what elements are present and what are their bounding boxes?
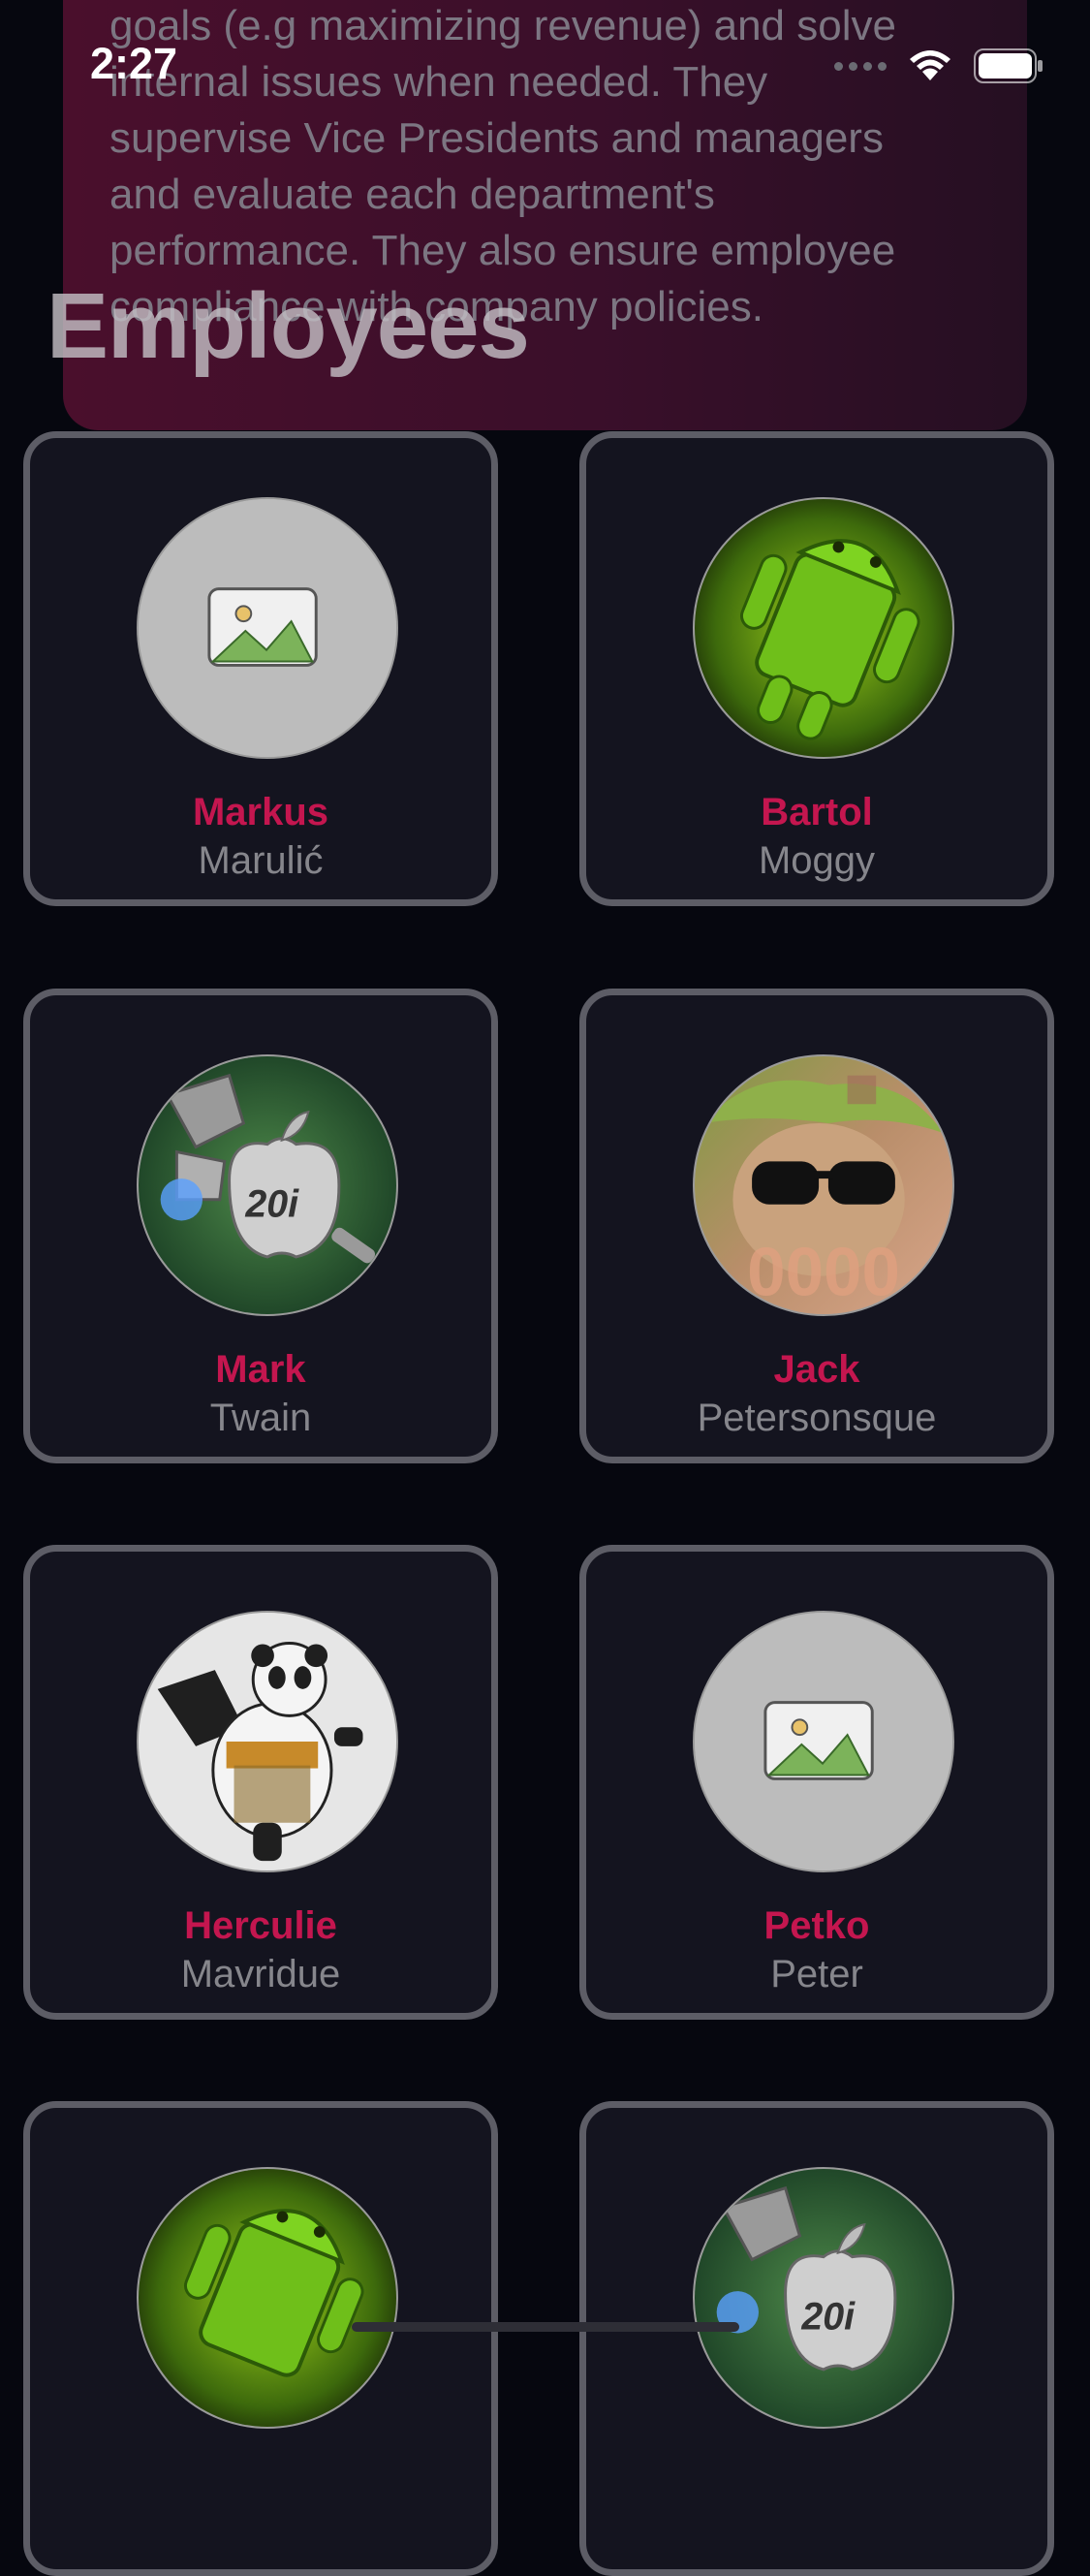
employee-card[interactable]: Bartol Moggy — [579, 431, 1054, 906]
placeholder-image-icon — [695, 1613, 952, 1870]
employee-card[interactable]: 0000 Jack Petersonsque — [579, 989, 1054, 1463]
robot-apple-image: 20i — [695, 2169, 952, 2427]
employee-card[interactable]: Markus Marulić — [23, 431, 498, 906]
employee-last-name: Twain — [209, 1397, 312, 1439]
avatar: 20i — [693, 2167, 954, 2429]
status-time: 2:27 — [90, 39, 178, 88]
avatar — [693, 497, 954, 759]
description-line: and evaluate each department's — [109, 171, 715, 218]
employee-card[interactable]: 20i Mark Twain — [23, 989, 498, 1463]
svg-text:20i: 20i — [244, 1183, 299, 1226]
svg-text:20i: 20i — [800, 2296, 856, 2339]
avatar — [137, 497, 398, 759]
employee-first-name: Petko — [763, 1904, 870, 1947]
svg-text:0000: 0000 — [747, 1234, 900, 1310]
employee-last-name: Marulić — [198, 839, 324, 882]
employee-last-name: Moggy — [758, 839, 876, 882]
employee-last-name: Peter — [770, 1953, 863, 1995]
wifi-icon — [910, 50, 950, 80]
avatar: 20i — [137, 1054, 398, 1316]
page-title: Employees — [47, 274, 530, 378]
avatar: 0000 — [693, 1054, 954, 1316]
status-icons — [834, 48, 1043, 83]
avatar — [693, 1611, 954, 1872]
android-robot-image — [139, 2169, 396, 2427]
battery-icon — [974, 48, 1043, 83]
employee-card[interactable]: Petko Peter — [579, 1545, 1054, 2020]
employee-first-name: Markus — [192, 791, 329, 833]
placeholder-image-icon — [139, 499, 396, 757]
employee-card[interactable]: 20i — [579, 2101, 1054, 2576]
description-line: performance. They also ensure employee — [109, 227, 896, 274]
employee-first-name: Herculie — [184, 1904, 337, 1947]
employee-card[interactable] — [23, 2101, 498, 2576]
employee-first-name: Bartol — [761, 791, 873, 833]
employee-last-name: Petersonsque — [697, 1397, 937, 1439]
android-robot-image — [695, 499, 952, 757]
employee-last-name: Mavridue — [180, 1953, 341, 1995]
status-bar: 2:27 — [0, 0, 1090, 136]
employee-first-name: Mark — [215, 1348, 306, 1391]
hamster-sunglasses-image: 0000 — [695, 1056, 952, 1314]
kung-fu-panda-image — [139, 1613, 396, 1870]
avatar — [137, 2167, 398, 2429]
home-indicator[interactable] — [352, 2322, 739, 2332]
cellular-signal-icon — [834, 61, 887, 71]
robot-apple-image: 20i — [139, 1056, 396, 1314]
employee-first-name: Jack — [773, 1348, 860, 1391]
employee-card[interactable]: Herculie Mavridue — [23, 1545, 498, 2020]
avatar — [137, 1611, 398, 1872]
